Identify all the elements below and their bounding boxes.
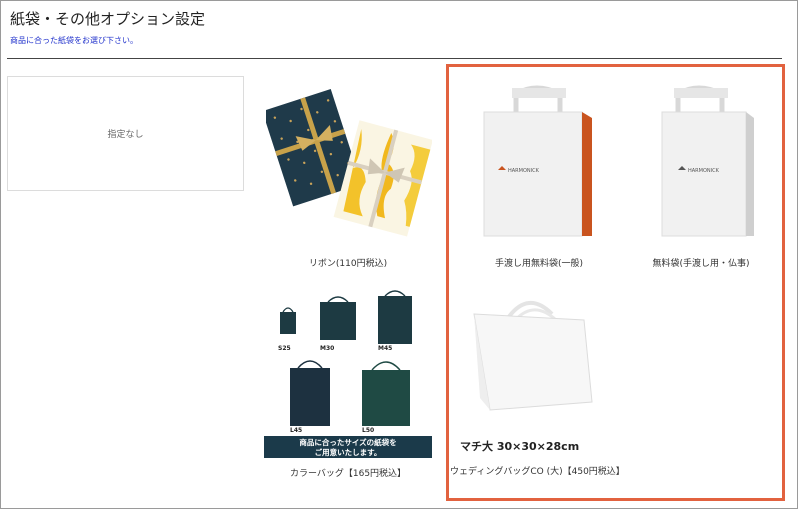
svg-text:商品に合ったサイズの紙袋を: 商品に合ったサイズの紙袋を [299,437,396,447]
option-color-bag[interactable]: S25 M30 M45 L45 L50 商品に合ったサイズの紙袋を ご用意いたし… [262,290,434,490]
ribbon-caption: リボン(110円税込) [308,259,388,269]
page-subtitle: 商品に合った紙袋をお選び下さい。 [10,36,138,45]
handbag-memorial-image: HARMONICK [636,82,766,240]
handbag-memorial-caption: 無料袋(手渡し用・仏事) [652,259,750,269]
option-handbag-memorial[interactable]: HARMONICK 無料袋(手渡し用・仏事) [626,82,776,277]
wedding-bag-image: マチ大 30×30×28cm [456,294,616,458]
color-bag-image: S25 M30 M45 L45 L50 商品に合ったサイズの紙袋を ご用意いたし… [264,290,432,458]
svg-text:HARMONICK: HARMONICK [508,168,540,174]
option-wedding-bag[interactable]: マチ大 30×30×28cm ウェディングバッグCO (大)【450円税込】 [450,294,625,499]
svg-text:HARMONICK: HARMONICK [688,168,720,174]
svg-text:ご用意いたします。: ご用意いたします。 [315,447,382,457]
option-handbag-general[interactable]: HARMONICK 手渡し用無料袋(一般) [454,82,624,277]
handbag-general-caption: 手渡し用無料袋(一般) [494,259,584,269]
svg-text:M30: M30 [320,345,334,352]
option-ribbon[interactable]: リボン(110円税込) [262,78,434,273]
option-none-label: 指定なし [107,130,144,140]
page-title: 紙袋・その他オプション設定 [10,10,206,28]
header-divider [7,58,782,59]
option-none[interactable]: 指定なし [7,76,244,191]
svg-text:M45: M45 [378,345,392,352]
handbag-general-image: HARMONICK [474,82,604,240]
wedding-bag-caption: ウェディングバッグCO (大)【450円税込】 [450,467,625,477]
color-bag-caption: カラーバッグ【165円税込】 [289,469,407,479]
svg-text:L45: L45 [290,427,302,434]
svg-text:S25: S25 [278,345,291,352]
svg-text:L50: L50 [362,427,374,434]
svg-text:マチ大 30×30×28cm: マチ大 30×30×28cm [460,439,579,453]
ribbon-image [262,78,433,246]
